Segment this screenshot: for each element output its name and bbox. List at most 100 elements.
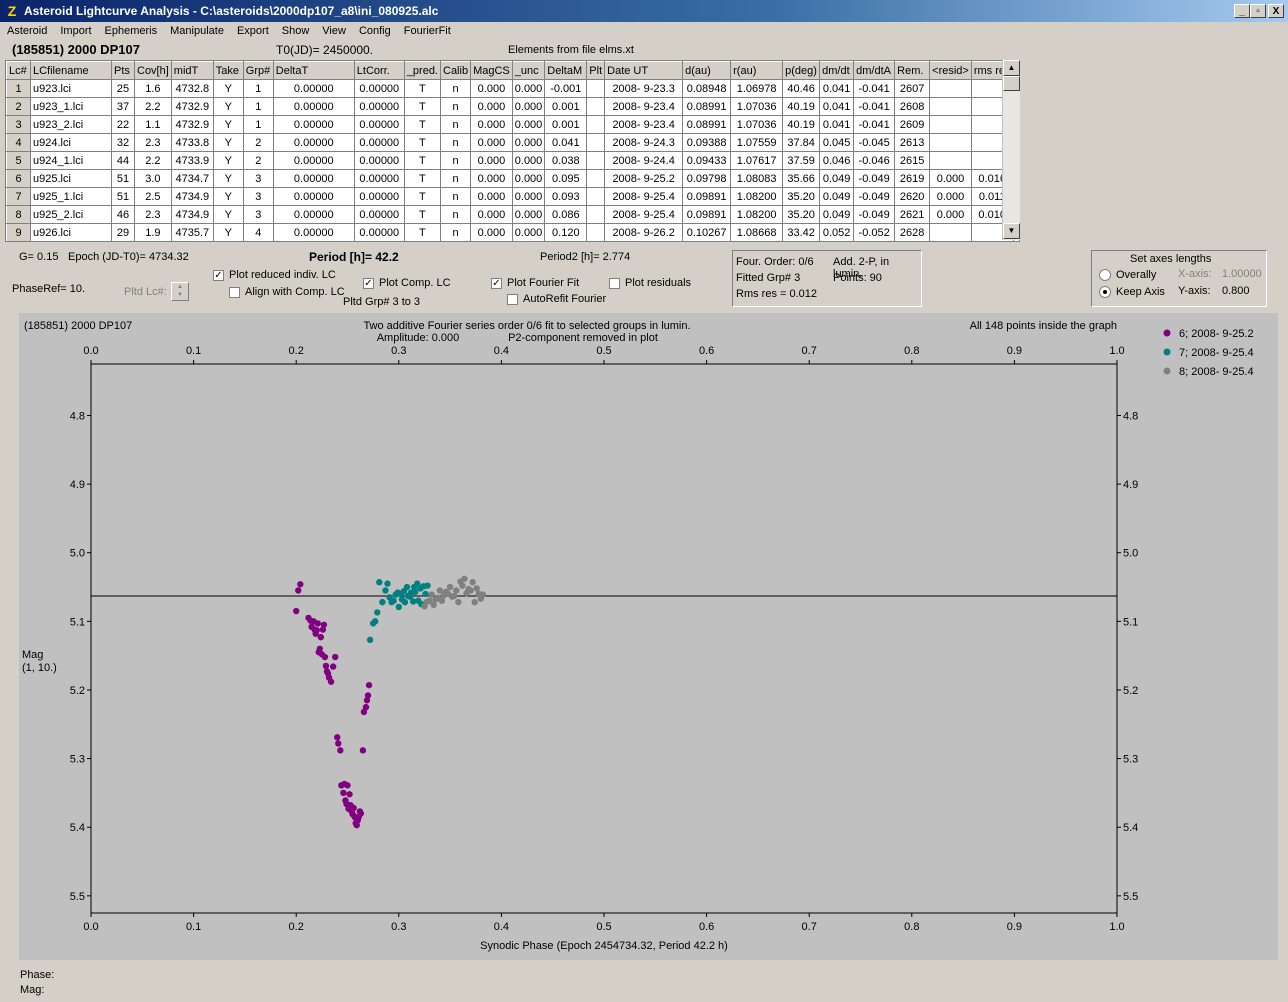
table-cell[interactable]: 0.00000 (353, 133, 405, 152)
table-cell[interactable]: 0.041 (819, 79, 855, 98)
overally-radio-circle[interactable] (1099, 269, 1111, 282)
table-cell[interactable]: 0.093 (544, 187, 588, 206)
row-header[interactable]: 2 (6, 97, 31, 116)
table-cell[interactable]: u926.lci (30, 223, 112, 241)
table-cell[interactable]: 2628 (894, 223, 931, 241)
table-cell[interactable]: 2 (242, 151, 274, 170)
table-cell[interactable]: 1.08200 (730, 187, 784, 206)
table-cell[interactable]: 0.041 (819, 115, 855, 134)
table-cell[interactable]: 1 (242, 97, 274, 116)
column-header[interactable]: Rem. (894, 61, 931, 80)
table-cell[interactable]: 0.095 (544, 169, 588, 188)
pltd-lc-spinner[interactable]: ▲ ▼ (171, 282, 189, 301)
table-cell[interactable]: -0.052 (853, 223, 896, 241)
column-header[interactable]: Grp# (242, 61, 274, 80)
table-cell[interactable] (586, 151, 606, 170)
table-cell[interactable]: 0.001 (544, 97, 588, 116)
table-cell[interactable]: 2008- 9-26.2 (604, 223, 684, 241)
table-cell[interactable]: -0.049 (853, 187, 896, 206)
table-cell[interactable]: 51 (111, 169, 135, 188)
table-cell[interactable]: 1.08668 (730, 223, 784, 241)
autorefit-checkbox[interactable]: AutoRefit Fourier (507, 293, 606, 305)
plot-residuals-checkbox[interactable]: Plot residuals (609, 277, 691, 289)
table-cell[interactable]: 0.000 (511, 97, 546, 116)
table-cell[interactable] (929, 97, 972, 116)
period2-label[interactable]: Period2 [h]= 2.774 (540, 251, 630, 263)
table-cell[interactable]: -0.046 (853, 151, 896, 170)
maximize-button[interactable]: ▫ (1250, 4, 1266, 18)
table-cell[interactable]: 0.000 (511, 205, 546, 224)
table-cell[interactable]: 0.000 (511, 79, 546, 98)
table-cell[interactable]: Y (212, 115, 244, 134)
table-cell[interactable]: n (439, 97, 472, 116)
plot-comp-checkbox[interactable]: ✓ Plot Comp. LC (363, 277, 451, 289)
keep-axis-radio[interactable]: Keep Axis (1099, 286, 1165, 299)
table-cell[interactable]: 1.08200 (730, 205, 784, 224)
column-header[interactable]: dm/dtA (853, 61, 896, 80)
table-cell[interactable]: 0.000 (511, 223, 546, 241)
table-cell[interactable]: 4734.9 (170, 187, 214, 206)
column-header[interactable]: <resid> (929, 61, 972, 80)
table-cell[interactable]: 2 (242, 133, 274, 152)
table-cell[interactable] (929, 151, 972, 170)
table-cell[interactable] (586, 205, 606, 224)
column-header[interactable]: MagCS (470, 61, 513, 80)
scroll-thumb[interactable] (1003, 76, 1020, 91)
row-header[interactable]: 5 (6, 151, 31, 170)
column-header[interactable]: LCfilename (30, 61, 112, 80)
table-cell[interactable]: 2621 (894, 205, 931, 224)
table-cell[interactable]: 33.42 (782, 223, 821, 241)
menu-manipulate[interactable]: Manipulate (163, 22, 230, 37)
table-cell[interactable]: 0.00000 (272, 223, 355, 241)
menu-import[interactable]: Import (53, 22, 97, 37)
table-cell[interactable]: 0.038 (544, 151, 588, 170)
table-cell[interactable]: 0.08948 (682, 79, 732, 98)
table-cell[interactable]: T (403, 151, 442, 170)
table-cell[interactable]: -0.041 (853, 79, 896, 98)
table-cell[interactable]: -0.041 (853, 97, 896, 116)
table-cell[interactable]: T (403, 133, 442, 152)
row-header[interactable]: 8 (6, 205, 31, 224)
table-cell[interactable]: 0.09891 (682, 205, 732, 224)
table-cell[interactable]: 1 (242, 79, 274, 98)
table-cell[interactable]: 35.20 (782, 187, 821, 206)
table-cell[interactable]: 2608 (894, 97, 931, 116)
column-header[interactable]: Cov[h] (134, 61, 172, 80)
table-cell[interactable]: 0.00000 (272, 187, 355, 206)
column-header[interactable]: _pred. (403, 61, 442, 80)
table-row[interactable]: 9 u926.lci 29 1.9 4735.7 Y 4 0.00000 0.00000 Tn 0.… (6, 223, 1014, 241)
table-cell[interactable]: 2619 (894, 169, 931, 188)
table-cell[interactable]: 2620 (894, 187, 931, 206)
table-cell[interactable]: 4733.9 (170, 151, 214, 170)
table-cell[interactable]: 0.000 (511, 169, 546, 188)
table-cell[interactable]: 0.045 (819, 133, 855, 152)
row-header[interactable]: 4 (6, 133, 31, 152)
table-cell[interactable]: 46 (111, 205, 135, 224)
table-row[interactable]: 2 u923_1.lci 37 2.2 4732.9 Y 1 0.00000 0.00000 Tn… (6, 97, 1014, 116)
column-header[interactable]: DeltaM (544, 61, 588, 80)
table-cell[interactable]: 0.00000 (353, 205, 405, 224)
table-cell[interactable]: n (439, 133, 472, 152)
table-cell[interactable]: 1.9 (134, 223, 172, 241)
table-cell[interactable]: 2.3 (134, 133, 172, 152)
table-cell[interactable]: 0.001 (544, 115, 588, 134)
menu-asteroid[interactable]: Asteroid (0, 22, 53, 37)
table-cell[interactable] (929, 79, 972, 98)
table-cell[interactable]: n (439, 205, 472, 224)
table-cell[interactable]: 1.07617 (730, 151, 784, 170)
plot-reduced-checkbox[interactable]: ✓ Plot reduced indiv. LC (213, 269, 336, 281)
table-cell[interactable] (586, 169, 606, 188)
table-cell[interactable]: -0.049 (853, 205, 896, 224)
table-cell[interactable]: -0.041 (853, 115, 896, 134)
table-cell[interactable]: 32 (111, 133, 135, 152)
table-cell[interactable]: 1.07036 (730, 97, 784, 116)
scroll-up-button[interactable]: ▲ (1003, 60, 1020, 76)
column-header[interactable]: Take (212, 61, 244, 80)
table-cell[interactable]: 2008- 9-23.3 (604, 79, 684, 98)
column-header[interactable]: midT (170, 61, 214, 80)
keep-axis-radio-circle[interactable] (1099, 286, 1111, 299)
column-header[interactable]: dm/dt (819, 61, 855, 80)
table-cell[interactable]: n (439, 79, 472, 98)
table-cell[interactable]: 2609 (894, 115, 931, 134)
table-cell[interactable]: 2008- 9-25.2 (604, 169, 684, 188)
